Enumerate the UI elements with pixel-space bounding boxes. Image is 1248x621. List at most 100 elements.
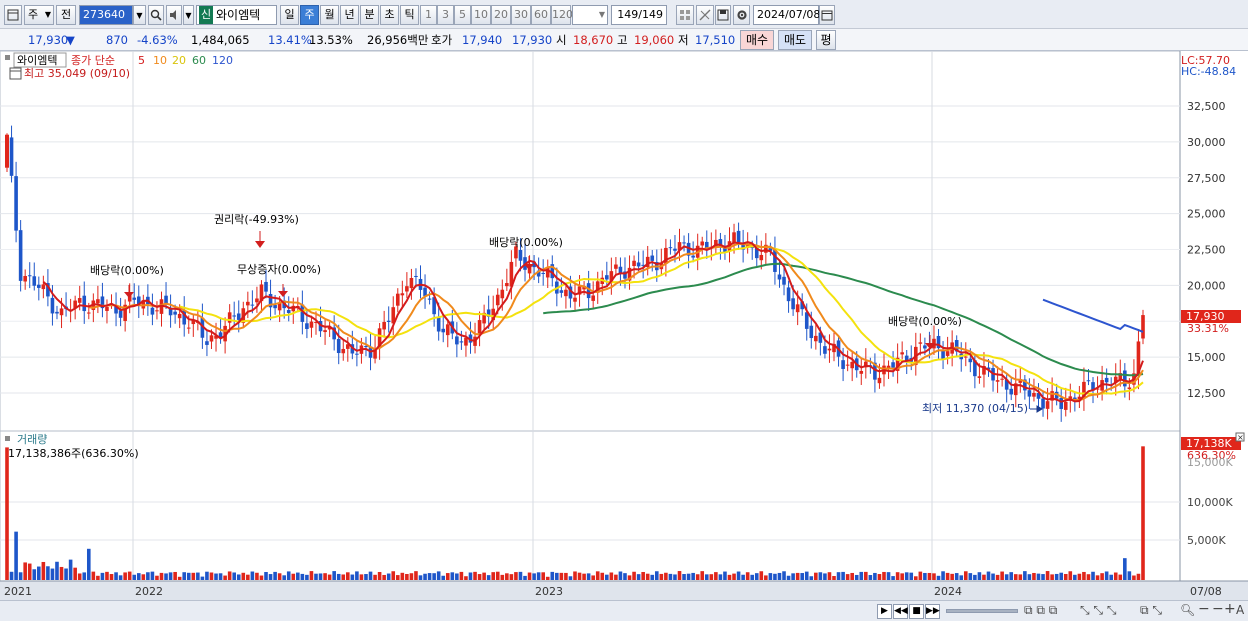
candle-body: [132, 297, 137, 300]
rewind-icon[interactable]: ◀◀: [893, 604, 908, 619]
date-input[interactable]: 2024/07/08: [753, 5, 820, 25]
volume-bar: [614, 574, 618, 580]
stock-name-box[interactable]: 신 와이엠텍: [196, 5, 277, 25]
page-count[interactable]: 149/149: [611, 5, 667, 25]
x-label-2021: 2021: [4, 585, 32, 598]
search-icon[interactable]: [148, 5, 164, 25]
sell-button[interactable]: 매도: [778, 30, 812, 50]
zoom-icon[interactable]: 🔍︎: [1180, 603, 1195, 617]
multiplier-20[interactable]: 20: [491, 5, 511, 25]
buy-button[interactable]: 매수: [740, 30, 774, 50]
code-dropdown-icon[interactable]: ▼: [133, 5, 146, 25]
candle-body: [1032, 392, 1036, 397]
calendar-icon[interactable]: [819, 5, 835, 25]
volume-bar: [514, 572, 518, 580]
volume-bar: [754, 573, 759, 580]
panel-marker-icon: [5, 436, 10, 441]
volume-bar: [218, 573, 223, 580]
period-minute[interactable]: 분: [360, 5, 379, 25]
gear-icon[interactable]: [733, 5, 750, 25]
drawing-tools-icon[interactable]: ⤡ ⤡ ⤡: [1080, 603, 1116, 618]
layout-tools-icon[interactable]: ⧉ ⧉ ⧉: [1024, 603, 1057, 618]
volume-bar: [904, 572, 909, 580]
period-week[interactable]: 주: [300, 5, 319, 25]
volume-bar: [455, 573, 459, 580]
volume-bar: [632, 571, 636, 580]
multiplier-60[interactable]: 60: [531, 5, 551, 25]
volume-bar: [1059, 572, 1064, 580]
volume-bar: [477, 574, 482, 580]
minimize-icon[interactable]: −: [1212, 601, 1224, 617]
volume-bar: [173, 571, 177, 580]
save-icon[interactable]: [715, 5, 731, 25]
volume-bar: [18, 572, 23, 580]
stock-code-input[interactable]: 273640: [79, 5, 133, 25]
multiplier-10[interactable]: 10: [471, 5, 491, 25]
scroll-right-icon[interactable]: ▶: [877, 604, 892, 619]
volume-bar: [532, 573, 536, 580]
zoom-out-icon[interactable]: −: [1198, 601, 1210, 617]
volume-bar: [391, 571, 396, 580]
avg-button[interactable]: 평: [816, 30, 836, 50]
zoom-slider[interactable]: [946, 609, 1018, 613]
volume-bar: [950, 573, 954, 580]
stop-icon[interactable]: ■: [909, 604, 924, 619]
multiplier-120[interactable]: 120: [551, 5, 573, 25]
window-menu-icon[interactable]: [4, 5, 22, 25]
period-year[interactable]: 년: [340, 5, 359, 25]
multiplier-3[interactable]: 3: [437, 5, 454, 25]
grid-icon[interactable]: [676, 5, 694, 25]
multiplier-5[interactable]: 5: [454, 5, 471, 25]
volume-bar: [1095, 575, 1100, 580]
volume-bar: [132, 574, 137, 580]
volume-bar: [682, 574, 686, 580]
candle-body: [323, 330, 327, 333]
auto-scale-icon[interactable]: A: [1236, 603, 1244, 617]
candle-body: [77, 298, 82, 303]
stock-chart[interactable]: 와이엠텍 종가 단순 5 10 20 60 120 최고 35,049 (09/…: [0, 50, 1248, 600]
candle-body: [941, 350, 945, 359]
speaker-dropdown-icon[interactable]: ▼: [183, 5, 194, 25]
period-tick[interactable]: 틱: [400, 5, 419, 25]
draw-tool-icon[interactable]: [696, 5, 714, 25]
volume-bar: [895, 572, 900, 580]
volume-bar: [800, 573, 804, 580]
multiplier-input[interactable]: ▼: [572, 5, 608, 25]
volume-bar: [464, 576, 468, 580]
calendar-icon[interactable]: [9, 67, 22, 80]
chevron-down-icon: ▼: [598, 10, 605, 19]
misc-tools-icon[interactable]: ⧉ ⤡: [1140, 603, 1162, 618]
period-second[interactable]: 초: [380, 5, 399, 25]
volume-bar: [409, 573, 414, 580]
volume-bar: [932, 573, 936, 580]
volume-bar: [709, 574, 714, 580]
volume-bar: [982, 574, 986, 580]
candle-body: [691, 255, 695, 258]
multiplier-1[interactable]: 1: [420, 5, 437, 25]
volume-bar: [786, 575, 791, 580]
volume-bar: [673, 574, 677, 580]
speaker-icon[interactable]: [166, 5, 182, 25]
chart-area[interactable]: 와이엠텍 종가 단순 5 10 20 60 120 최고 35,049 (09/…: [0, 50, 1248, 600]
volume-bar: [114, 572, 118, 580]
period-month[interactable]: 월: [320, 5, 339, 25]
fast-forward-icon[interactable]: ▶▶: [925, 604, 940, 619]
price-change: 870: [106, 33, 128, 47]
zoom-in-icon[interactable]: +: [1224, 601, 1236, 617]
volume-bar: [582, 573, 586, 580]
volume-bar: [318, 573, 323, 580]
high-note: 최고 35,049 (09/10): [24, 67, 130, 80]
open-value: 18,670: [573, 33, 614, 47]
period-day[interactable]: 일: [280, 5, 299, 25]
volume-bar: [1032, 572, 1036, 580]
interval-dropdown[interactable]: 주 ▼: [24, 5, 54, 25]
volume-bar: [750, 574, 755, 580]
candle-body: [900, 352, 904, 355]
volume-bar: [595, 571, 600, 580]
candle-body: [386, 320, 391, 322]
volume-bar: [877, 574, 882, 580]
volume-bar: [264, 572, 268, 580]
trade-amount: 26,956백만: [367, 33, 429, 47]
multiplier-30[interactable]: 30: [511, 5, 531, 25]
prev-button[interactable]: 전: [56, 5, 76, 25]
